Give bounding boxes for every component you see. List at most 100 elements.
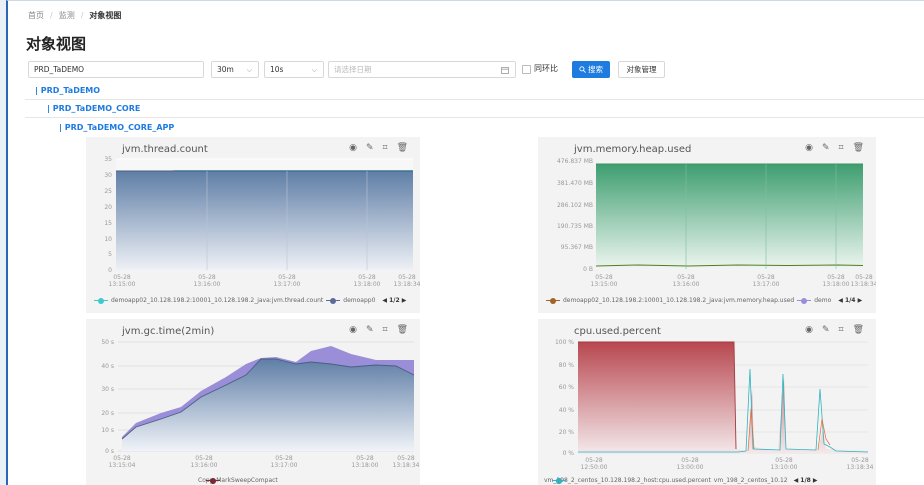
y-tick: 0 B <box>583 266 593 273</box>
x-tick-date: 05-28 <box>278 274 296 281</box>
compare-label: 同环比 <box>534 64 558 73</box>
y-tick: 60 % <box>559 384 575 391</box>
series-area-heap-1 <box>596 164 863 269</box>
y-tick: 20 s <box>101 410 114 417</box>
legend-marker <box>206 477 220 484</box>
svg-text:05-28: 05-28 <box>677 274 695 281</box>
breadcrumb: 首页 / 监测 / 对象视图 <box>28 11 122 20</box>
svg-text:13:18:00: 13:18:00 <box>823 281 850 288</box>
chart-gc-time: 50 s 40 s 30 s 20 s 10 s 0 s 05-2813:15:… <box>101 339 419 469</box>
x-tick-time: 13:18:34 <box>394 281 420 288</box>
compare-checkbox[interactable] <box>522 65 531 74</box>
legend-item[interactable]: demoapp0 <box>343 297 375 304</box>
chart-panel-cpu-used: cpu.used.percent ◉ ✎ ⌗ 🗑 100 % 80 % 60 % 40… <box>538 319 876 485</box>
search-button[interactable]: 搜索 <box>572 61 610 78</box>
interval-select[interactable]: 10s ⌵ <box>264 61 324 78</box>
y-axis-ticks: 50 s 40 s 30 s 20 s 10 s 0 s <box>101 339 114 455</box>
x-axis-ticks: 05-2813:15:00 05-2813:16:00 05-2813:17:0… <box>591 274 876 288</box>
svg-text:13:18:34: 13:18:34 <box>851 281 876 288</box>
y-tick: 10 <box>104 236 112 243</box>
svg-text:13:18:34: 13:18:34 <box>847 464 874 471</box>
object-manage-button[interactable]: 对象管理 <box>618 61 665 78</box>
tree-item-label: | PRD_TaDEMO_CORE <box>47 104 141 113</box>
svg-text:13:15:00: 13:15:00 <box>591 281 618 288</box>
tree-item-prd-tademo-core-app[interactable]: | PRD_TaDEMO_CORE_APP <box>25 118 924 136</box>
object-input-value: PRD_TaDEMO <box>34 65 85 74</box>
chart-heap-used: 476.837 MB 381.470 MB 286.102 MB 190.735… <box>557 158 876 288</box>
tree-item-label: | PRD_TaDEMO <box>35 86 101 95</box>
chart-panel-gc-time: jvm.gc.time(2min) ◉ ✎ ⌗ 🗑 50 s 40 s 30 s 20… <box>86 319 420 485</box>
legend-pager[interactable]: ◀ 1/2 ▶ <box>382 297 406 304</box>
chart-legend-gc: Copy MarkSweepCompact <box>198 477 278 484</box>
y-axis-ticks: 35 30 25 20 15 10 5 0 <box>104 156 112 274</box>
y-tick: 35 <box>104 156 112 163</box>
tree-item-prd-tademo[interactable]: | PRD_TaDEMO <box>25 82 924 100</box>
svg-text:05-28: 05-28 <box>775 457 793 464</box>
x-axis-ticks: 05-2813:15:00 05-2813:16:00 05-2813:17:0… <box>109 274 420 288</box>
range-select-value: 30m <box>217 65 234 74</box>
search-button-label: 搜索 <box>588 65 603 74</box>
svg-text:05-28: 05-28 <box>195 455 213 462</box>
y-tick: 30 <box>104 172 112 179</box>
breadcrumb-monitor[interactable]: 监测 <box>59 11 75 20</box>
chart-thread-count: 35 30 25 20 15 10 5 0 05-2813:15:00 05-2… <box>104 156 420 288</box>
page-title: 对象视图 <box>26 35 87 53</box>
legend-item[interactable]: vm_198_2_centos_10.128.198.2_host:cpu.us… <box>544 477 711 484</box>
legend-item[interactable]: demoapp02_10.128.198.2:10001_10.128.198.… <box>563 297 794 304</box>
tree-item-prd-tademo-core[interactable]: | PRD_TaDEMO_CORE <box>25 100 924 118</box>
legend-pager[interactable]: ◀ 1/4 ▶ <box>838 297 862 304</box>
y-axis-ticks: 476.837 MB 381.470 MB 286.102 MB 190.735… <box>557 158 593 273</box>
y-tick: 95.367 MB <box>561 244 593 251</box>
legend-pager[interactable]: ◀ 1/8 ▶ <box>794 477 818 484</box>
chart-legend: demoapp02_10.128.198.2:10001_10.128.198.… <box>94 297 406 304</box>
x-tick-time: 13:16:00 <box>194 281 221 288</box>
x-axis-ticks: 05-2812:50:00 05-2813:00:00 05-2813:10:0… <box>581 457 874 471</box>
breadcrumb-current: 对象视图 <box>89 11 122 20</box>
svg-text:13:16:00: 13:16:00 <box>191 462 218 469</box>
svg-text:05-28: 05-28 <box>113 455 131 462</box>
range-select[interactable]: 30m ⌵ <box>211 61 259 78</box>
chart-legend-cpu: vm_198_2_centos_10.128.198.2_host:cpu.us… <box>544 477 818 484</box>
calendar-icon <box>501 67 509 74</box>
legend-item[interactable]: demo <box>814 297 831 304</box>
search-icon <box>579 66 586 73</box>
y-tick: 20 % <box>559 429 575 436</box>
y-tick: 25 <box>104 188 112 195</box>
x-tick-time: 13:15:00 <box>109 281 136 288</box>
chevron-down-icon: ⌵ <box>246 66 252 74</box>
series-area-thread-1 <box>116 171 413 270</box>
y-tick: 40 % <box>559 407 575 414</box>
legend-item[interactable]: vm_198_2_centos_10.12 <box>714 477 788 484</box>
y-tick: 40 s <box>101 363 114 370</box>
svg-text:05-28: 05-28 <box>595 274 613 281</box>
y-tick: 0 % <box>563 450 575 457</box>
svg-text:05-28: 05-28 <box>757 274 775 281</box>
chart-panel-heap-used: jvm.memory.heap.used ◉ ✎ ⌗ 🗑 476.837 MB 381… <box>538 137 876 313</box>
y-tick: 476.837 MB <box>557 158 593 165</box>
date-picker[interactable]: 请选择日期 <box>328 61 516 78</box>
y-tick: 0 <box>108 267 112 274</box>
legend-item[interactable]: MarkSweepCompact <box>216 477 278 484</box>
legend-marker <box>326 297 341 304</box>
breadcrumb-home[interactable]: 首页 <box>28 11 44 20</box>
legend-item[interactable]: demoapp02_10.128.198.2:10001_10.128.198.… <box>111 297 323 304</box>
y-tick: 15 <box>104 220 112 227</box>
svg-text:13:00:00: 13:00:00 <box>677 464 704 471</box>
x-tick-date: 05-28 <box>358 274 376 281</box>
x-tick-date: 05-28 <box>113 274 131 281</box>
svg-text:05-28: 05-28 <box>275 455 293 462</box>
chart-cpu-used: 100 % 80 % 60 % 40 % 20 % 0 % 05-2812:50… <box>555 339 874 471</box>
svg-text:05-28: 05-28 <box>855 274 873 281</box>
svg-text:05-28: 05-28 <box>851 457 869 464</box>
series-area-cpu-0 <box>578 342 868 453</box>
x-tick-time: 13:18:00 <box>354 281 381 288</box>
chevron-down-icon: ⌵ <box>311 66 317 74</box>
object-input[interactable]: PRD_TaDEMO <box>28 61 204 78</box>
y-tick: 20 <box>104 204 112 211</box>
svg-text:13:18:00: 13:18:00 <box>352 462 379 469</box>
x-tick-date: 05-28 <box>398 274 416 281</box>
x-tick-time: 13:17:00 <box>274 281 301 288</box>
legend-marker <box>546 297 560 304</box>
y-tick: 80 % <box>559 362 575 369</box>
legend-marker <box>94 297 108 304</box>
